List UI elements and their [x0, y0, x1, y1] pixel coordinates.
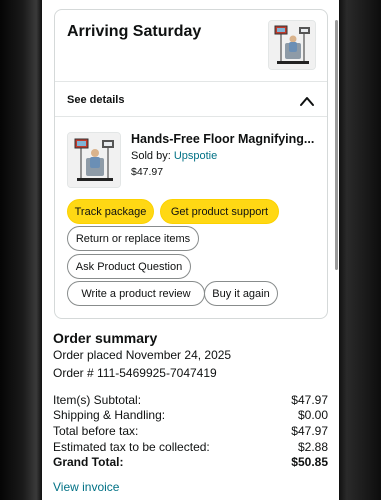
- grand-total-row: Grand Total: $50.85: [53, 455, 328, 469]
- return-replace-button[interactable]: Return or replace items: [67, 226, 199, 251]
- see-details-toggle-label[interactable]: See details: [67, 94, 124, 106]
- chevron-up-icon[interactable]: [299, 95, 315, 107]
- divider: [55, 116, 327, 117]
- item-price: $47.97: [131, 166, 164, 178]
- summary-row-value: $2.88: [297, 440, 328, 454]
- arrival-heading: Arriving Saturday: [67, 23, 202, 40]
- shipment-card: Arriving Saturday See details Hands-Free…: [54, 9, 328, 319]
- summary-row: Shipping & Handling: $0.00: [53, 408, 328, 422]
- item-thumbnail[interactable]: [67, 132, 121, 188]
- sold-by-label: Sold by:: [131, 150, 174, 162]
- seller-link[interactable]: Upspotie: [174, 150, 217, 162]
- summary-row: Item(s) Subtotal: $47.97: [53, 393, 328, 407]
- order-details-page: Arriving Saturday See details Hands-Free…: [42, 0, 339, 500]
- track-package-button[interactable]: Track package: [67, 199, 154, 224]
- order-placed-date: Order placed November 24, 2025: [53, 348, 232, 362]
- floor-magnifier-product-image: [269, 21, 315, 69]
- ask-product-question-button[interactable]: Ask Product Question: [67, 254, 191, 279]
- summary-row-label: Item(s) Subtotal:: [53, 393, 142, 407]
- summary-row-value: $0.00: [297, 408, 328, 422]
- summary-row: Total before tax: $47.97: [53, 424, 328, 438]
- write-review-button[interactable]: Write a product review: [67, 281, 205, 306]
- divider: [55, 81, 327, 82]
- floor-magnifier-product-image: [68, 133, 120, 187]
- buy-it-again-button[interactable]: Buy it again: [204, 281, 278, 306]
- summary-row: Estimated tax to be collected: $2.88: [53, 440, 328, 454]
- order-summary-title: Order summary: [53, 330, 158, 346]
- view-invoice-link[interactable]: View invoice: [53, 480, 119, 494]
- product-thumbnail[interactable]: [268, 20, 316, 70]
- item-title[interactable]: Hands-Free Floor Magnifying...: [131, 132, 321, 146]
- scrollbar[interactable]: [335, 20, 338, 270]
- summary-row-label: Estimated tax to be collected:: [53, 440, 210, 454]
- order-number: Order # 111-5469925-7047419: [53, 366, 217, 380]
- get-product-support-button[interactable]: Get product support: [160, 199, 279, 224]
- summary-row-value: $50.85: [291, 455, 328, 469]
- summary-row-value: $47.97: [291, 424, 328, 438]
- summary-row-label: Grand Total:: [53, 455, 124, 469]
- summary-row-label: Total before tax:: [53, 424, 139, 438]
- sold-by: Sold by: Upspotie: [131, 150, 217, 162]
- summary-row-label: Shipping & Handling:: [53, 408, 166, 422]
- summary-row-value: $47.97: [291, 393, 328, 407]
